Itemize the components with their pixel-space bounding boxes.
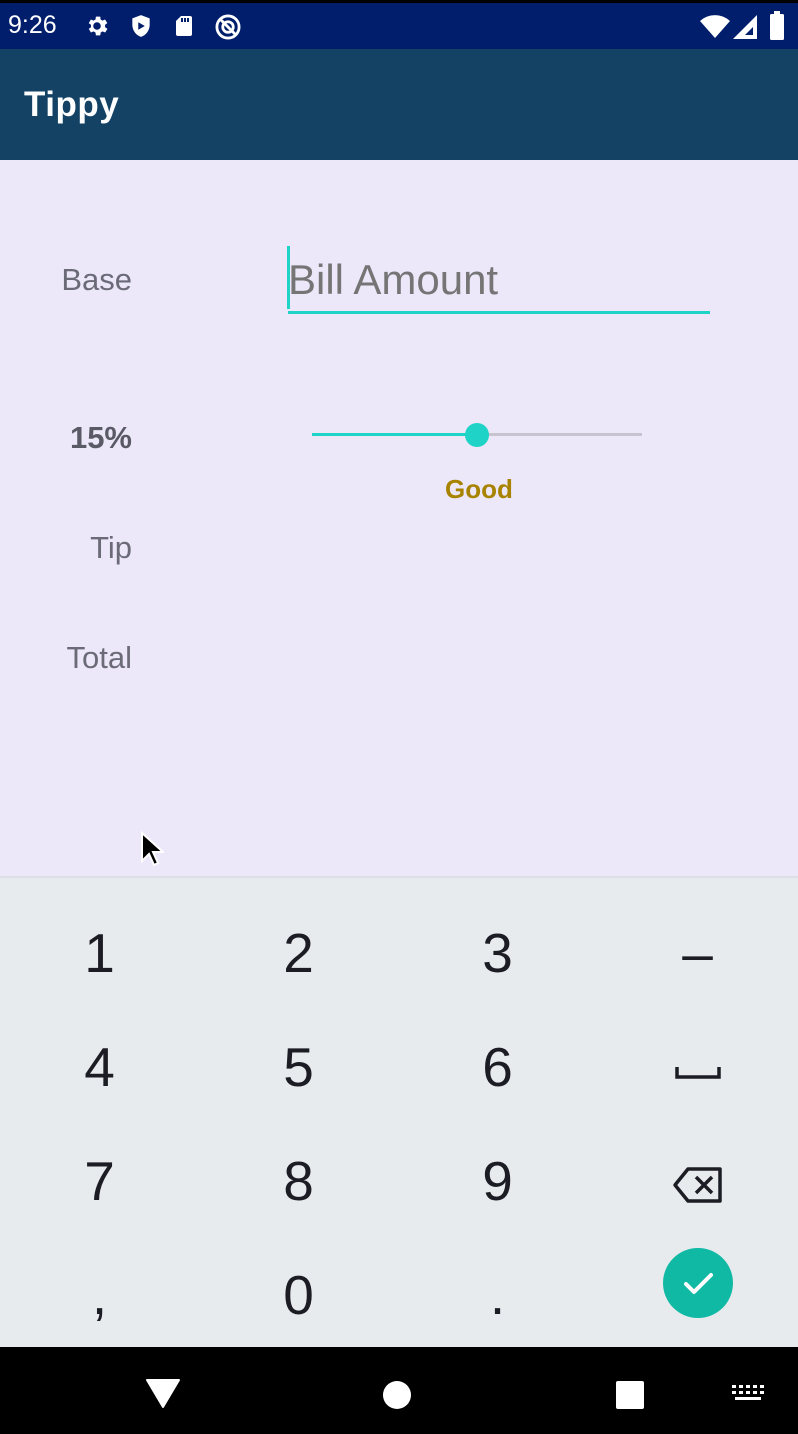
no-disturb-icon (215, 14, 241, 40)
tip-percent-label: 15% (69, 420, 132, 455)
tip-slider-fill (312, 433, 477, 436)
key-1[interactable]: 1 (0, 896, 199, 1010)
numeric-keyboard: 1 2 3 – 4 5 6 7 8 9 , 0 . (0, 876, 798, 1347)
sd-card-icon (176, 16, 192, 36)
signal-icon (733, 15, 757, 39)
key-3[interactable]: 3 (398, 896, 597, 1010)
status-bar: 9:26 (0, 0, 798, 49)
shield-icon (132, 15, 150, 37)
status-time: 9:26 (8, 11, 57, 39)
keyboard-switch-icon[interactable] (732, 1385, 764, 1405)
mouse-pointer-icon (141, 831, 164, 867)
key-4[interactable]: 4 (0, 1010, 199, 1124)
key-5[interactable]: 5 (199, 1010, 398, 1124)
space-key[interactable] (598, 1010, 797, 1124)
base-label: Base (61, 262, 132, 297)
key-2[interactable]: 2 (199, 896, 398, 1010)
text-cursor (287, 246, 290, 309)
tip-slider-thumb[interactable] (465, 423, 489, 447)
wifi-icon (700, 15, 730, 38)
bill-amount-input[interactable] (288, 248, 710, 314)
navigation-bar (0, 1347, 798, 1434)
tip-description: Good (445, 474, 513, 504)
key-minus[interactable]: – (598, 896, 797, 1010)
key-7[interactable]: 7 (0, 1124, 199, 1238)
backspace-icon (672, 1167, 722, 1204)
key-comma[interactable]: , (0, 1238, 199, 1352)
space-icon (674, 1067, 721, 1080)
key-6[interactable]: 6 (398, 1010, 597, 1124)
battery-icon (770, 11, 784, 40)
home-button[interactable] (382, 1380, 412, 1410)
key-0[interactable]: 0 (199, 1238, 398, 1352)
done-key[interactable] (663, 1248, 733, 1318)
app-title: Tippy (24, 85, 120, 124)
tip-calculator-form: Base 15% Good Tip Total (0, 160, 798, 876)
key-8[interactable]: 8 (199, 1124, 398, 1238)
recents-button[interactable] (615, 1380, 645, 1410)
gear-icon (88, 16, 108, 36)
key-9[interactable]: 9 (398, 1124, 597, 1238)
check-icon (684, 1273, 713, 1294)
tip-label: Tip (90, 530, 132, 565)
back-button[interactable] (145, 1378, 181, 1409)
total-label: Total (66, 640, 132, 675)
app-bar: Tippy (0, 49, 798, 160)
key-period[interactable]: . (398, 1238, 597, 1352)
backspace-key[interactable] (598, 1124, 797, 1238)
